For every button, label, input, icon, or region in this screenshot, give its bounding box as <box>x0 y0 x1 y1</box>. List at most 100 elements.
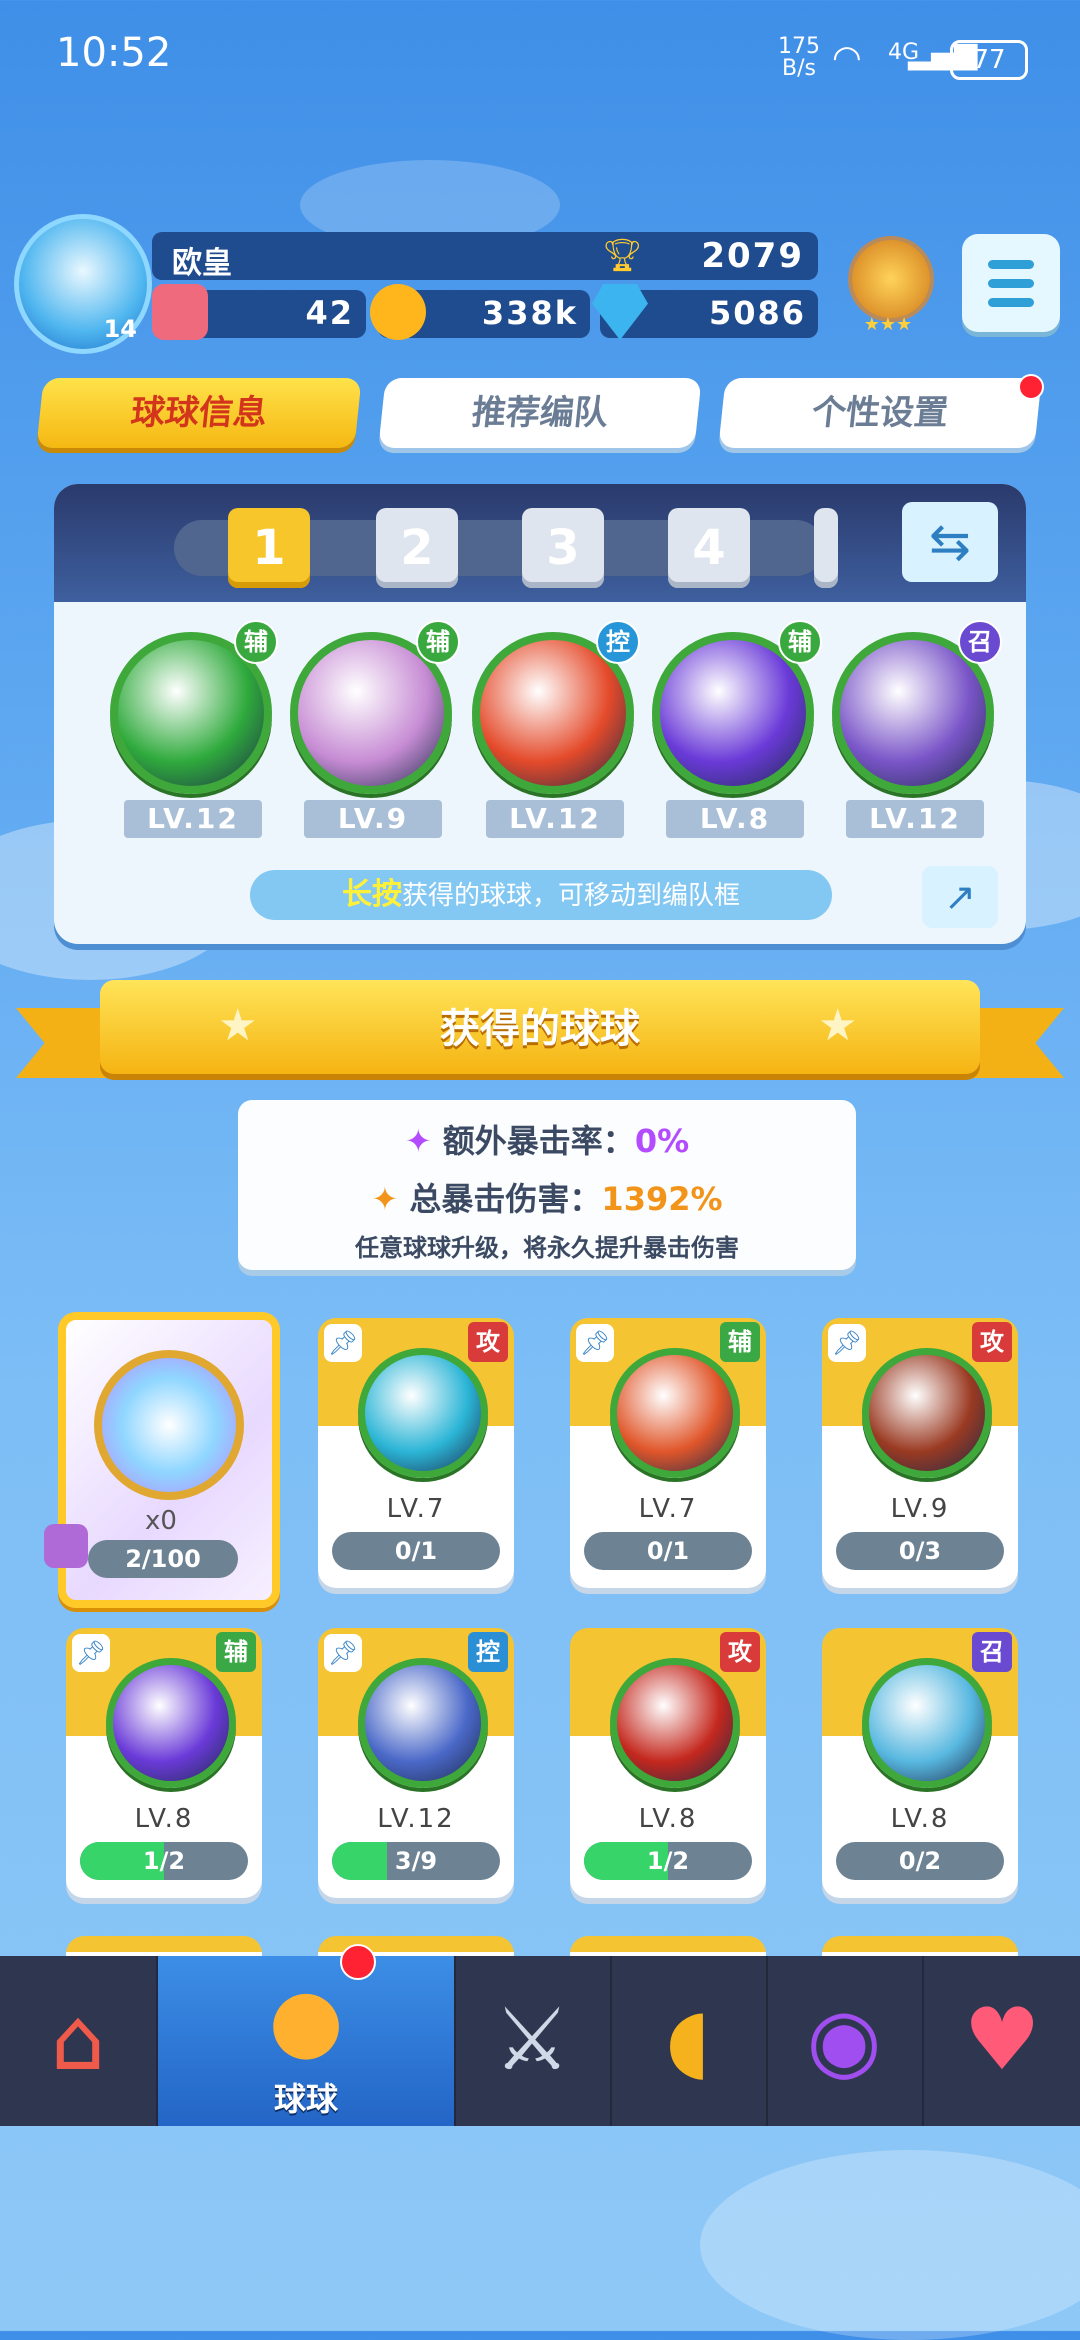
tab-recommended-team[interactable]: 推荐编队 <box>378 378 702 448</box>
ball-card[interactable]: 📌︎ 控 LV.12 3/9 <box>318 1628 514 1898</box>
ticket-counter[interactable]: 42 <box>152 284 366 340</box>
nav-planet[interactable]: ◉ <box>768 1956 924 2126</box>
gem-add-icon[interactable] <box>592 284 648 340</box>
ball-role-tag: 辅 <box>720 1322 760 1362</box>
ball-role-tag: 控 <box>468 1632 508 1672</box>
ball-card[interactable]: 📌︎ 攻 LV.9 0/3 <box>822 1318 1018 1588</box>
crit-damage-icon: ✦ <box>371 1180 399 1218</box>
ball-role-tag: 辅 <box>416 620 460 664</box>
shop-icon: ⌂ <box>50 1990 106 2090</box>
ball-icon <box>610 1658 740 1788</box>
status-bar: 10:52 175 B/s ◠ 4G ▂▄▆ 77 <box>0 0 1080 110</box>
menu-button[interactable] <box>962 234 1060 332</box>
level-progress: 3/9 <box>332 1842 500 1880</box>
special-ball-progress: 2/100 <box>88 1540 238 1578</box>
swords-icon: ⚔ <box>493 1990 571 2090</box>
notification-dot <box>340 1944 376 1980</box>
team-slot-4[interactable]: 4 <box>668 508 750 588</box>
rank-medal-icon[interactable]: ★★★ <box>842 230 934 340</box>
ball-level: LV.12 <box>486 800 624 838</box>
nav-balls-label: 球球 <box>273 2080 338 2118</box>
extra-crit-icon: ✦ <box>404 1122 432 1160</box>
ball-icon <box>862 1348 992 1478</box>
level-progress: 1/2 <box>584 1842 752 1880</box>
ball-card[interactable]: 📌︎ 辅 LV.7 0/1 <box>570 1318 766 1588</box>
team-slot-3[interactable]: 3 <box>522 508 604 588</box>
ball-card[interactable]: 📌︎ 攻 LV.7 0/1 <box>318 1318 514 1588</box>
level-progress: 0/1 <box>584 1532 752 1570</box>
special-ball-card[interactable]: x0 2/100 <box>44 1312 280 1608</box>
drag-hint: 长按获得的球球，可移动到编队框 <box>250 870 832 920</box>
level-progress: 0/3 <box>836 1532 1004 1570</box>
ball-level: LV.12 <box>846 800 984 838</box>
background-cloud <box>700 2150 1080 2340</box>
ball-role-tag: 攻 <box>468 1322 508 1362</box>
section-banner: ★ 获得的球球 ★ <box>100 980 980 1074</box>
tab-personal-settings[interactable]: 个性设置 <box>718 378 1042 448</box>
ball-card[interactable]: 召 LV.8 0/2 <box>822 1628 1018 1898</box>
team-panel: 1 2 3 4 ⇆ 辅 辅 控 辅 召 LV.12 LV.9 LV.12 LV.… <box>54 484 1026 944</box>
pin-icon[interactable]: 📌︎ <box>324 1634 362 1672</box>
level-progress: 0/2 <box>836 1842 1004 1880</box>
crit-note: 任意球球升级，将永久提升暴击伤害 <box>355 1234 739 1262</box>
team-slot-1[interactable]: 1 <box>228 508 310 588</box>
swap-team-button[interactable]: ⇆ <box>902 502 998 582</box>
crit-info-box: ✦ 额外暴击率：0% ✦ 总暴击伤害：1392% 任意球球升级，将永久提升暴击伤… <box>238 1100 856 1270</box>
ball-icon <box>862 1658 992 1788</box>
team-slot-5-partial[interactable] <box>814 508 838 588</box>
pin-icon[interactable]: 📌︎ <box>576 1324 614 1362</box>
nav-shop[interactable]: ⌂ <box>0 1956 158 2126</box>
battery-icon: 77 <box>950 40 1028 80</box>
ball-level: LV.7 <box>638 1494 698 1524</box>
special-ball-count: x0 <box>145 1506 177 1536</box>
ball-icon <box>106 1658 236 1788</box>
ball-card[interactable]: 攻 LV.8 1/2 <box>570 1628 766 1898</box>
ball-role-tag: 攻 <box>972 1322 1012 1362</box>
ball-role-tag: 辅 <box>778 620 822 664</box>
ball-level: LV.8 <box>134 1804 194 1834</box>
nav-social[interactable]: ♥ <box>924 1956 1080 2126</box>
pin-icon[interactable]: 📌︎ <box>72 1634 110 1672</box>
ball-level: LV.7 <box>386 1494 446 1524</box>
extra-crit-label: 额外暴击率： <box>442 1122 635 1160</box>
team-slot-header: 1 2 3 4 ⇆ <box>54 484 1026 602</box>
ball-role-tag: 辅 <box>234 620 278 664</box>
ball-level: LV.12 <box>377 1804 455 1834</box>
ball-role-tag: 控 <box>596 620 640 664</box>
ball-card[interactable]: 📌︎ 辅 LV.8 1/2 <box>66 1628 262 1898</box>
planet-icon: ◉ <box>806 1990 882 2090</box>
notification-dot <box>1018 374 1044 400</box>
pin-icon[interactable]: 📌︎ <box>324 1324 362 1362</box>
bottom-nav: ⌂ ● 球球 ⚔ ◖ ◉ ♥ <box>0 1944 1080 2126</box>
name-bar: 欧皇 🏆︎ 2079 <box>152 232 818 281</box>
share-icon: ↗ <box>944 875 976 919</box>
player-name: 欧皇 <box>172 246 232 281</box>
coin-counter[interactable]: 338k <box>370 284 590 340</box>
trophy-count: 2079 <box>701 236 804 276</box>
ball-level: LV.8 <box>638 1804 698 1834</box>
trophy-icon: 🏆︎ <box>602 236 643 274</box>
wifi-icon: ◠ <box>832 38 862 78</box>
ball-role-tag: 辅 <box>216 1632 256 1672</box>
ball-icon <box>358 1658 488 1788</box>
level-progress: 0/1 <box>332 1532 500 1570</box>
ball-icon <box>358 1348 488 1478</box>
coin-add-icon[interactable] <box>370 284 426 340</box>
ticket-add-icon[interactable] <box>152 284 208 340</box>
crit-damage-label: 总暴击伤害： <box>409 1180 602 1218</box>
crit-damage-value: 1392% <box>601 1180 723 1218</box>
gem-counter[interactable]: 5086 <box>592 284 818 340</box>
nav-battle[interactable]: ⚔ <box>456 1956 612 2126</box>
player-avatar[interactable]: 14 <box>14 214 152 354</box>
nav-balls[interactable]: ● 球球 <box>158 1944 456 2126</box>
pin-icon[interactable]: 📌︎ <box>828 1324 866 1362</box>
team-slot-2[interactable]: 2 <box>376 508 458 588</box>
star-icon: ★ <box>818 1000 858 1051</box>
share-button[interactable]: ↗ <box>922 866 998 928</box>
ball-role-tag: 召 <box>958 620 1002 664</box>
nav-whistle[interactable]: ◖ <box>612 1956 768 2126</box>
player-level: 14 <box>103 315 137 343</box>
tab-ball-info[interactable]: 球球信息 <box>36 378 362 448</box>
ball-role-tag: 攻 <box>720 1632 760 1672</box>
social-icon: ♥ <box>963 1990 1041 2090</box>
